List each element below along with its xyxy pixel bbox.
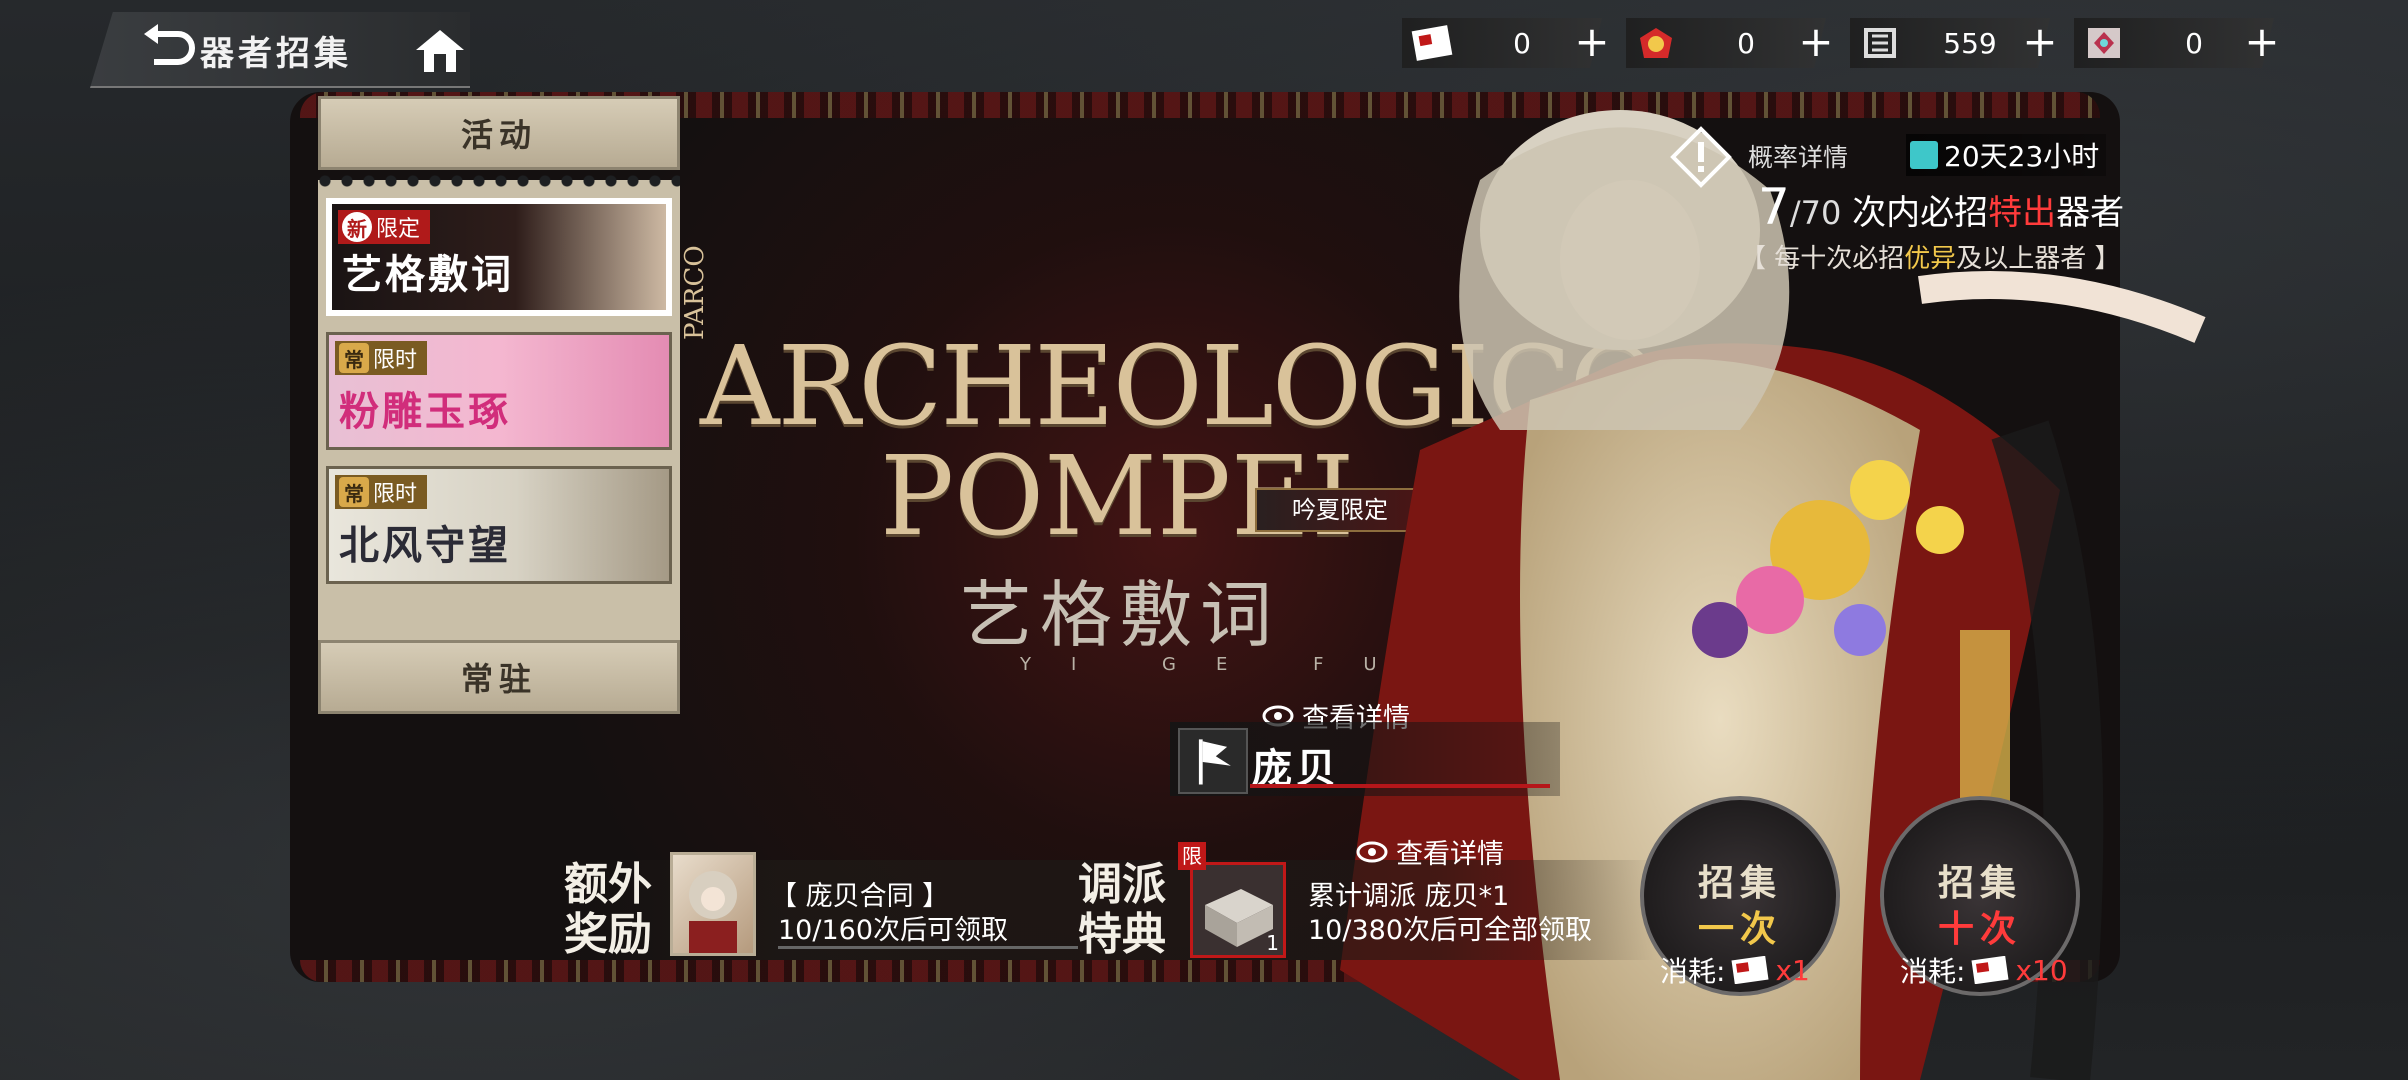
timed-tag: 常 限时	[335, 341, 428, 375]
view-detail-label: 查看详情	[1396, 839, 1504, 870]
name-underline	[1250, 784, 1550, 788]
contract-item-thumb[interactable]	[670, 852, 756, 956]
add-gold-button[interactable]: +	[1796, 18, 1836, 68]
progress-text: /160次后可领取	[812, 915, 1008, 946]
banner-item-name: 北风守望	[339, 522, 511, 569]
warning-diamond-icon[interactable]	[1670, 126, 1732, 188]
banner-item-name: 艺格敷词	[342, 251, 514, 298]
view-dispatch-details-link[interactable]: 查看详情	[1356, 832, 1504, 871]
banner-item-beifengshouwang[interactable]: 常 限时 北风守望	[326, 466, 672, 584]
logo-chinese-title: 艺格敷词	[960, 573, 1281, 657]
limited-badge: 限	[1178, 842, 1206, 870]
timed-tag: 常 限时	[335, 475, 428, 509]
pity-sub-a: 【 每十次必招	[1740, 244, 1905, 274]
red-envelope-ticket-icon	[1971, 956, 2009, 984]
permanent-section-header[interactable]: 常驻	[318, 640, 680, 714]
pity-sub-c: 及以上器者 】	[1956, 244, 2121, 274]
rate-details-link[interactable]: 概率详情	[1748, 138, 1848, 174]
dispatch-reward-title: 调派特典	[1078, 859, 1166, 960]
event-timer: 20天23小时	[1906, 134, 2106, 176]
new-badge: 新	[342, 212, 372, 242]
archive-token-icon	[1864, 28, 1896, 58]
banner-sidebar: 活动 新 限定 艺格敷词 常 限时 粉雕玉琢 常 限时 北风守望 常驻	[318, 96, 680, 726]
progress-current: 10	[778, 915, 813, 946]
pity-total: /70	[1789, 194, 1842, 232]
timer-text: 20天23小时	[1944, 140, 2100, 173]
item-count: 1	[1266, 931, 1279, 955]
summon-once-line2: 一次	[1697, 908, 1782, 950]
pity-text-end: 器者	[2056, 193, 2125, 233]
currency-value: 0	[2185, 27, 2203, 60]
extra-reward-title: 额外奖励	[564, 859, 652, 960]
gold-token-icon	[1640, 28, 1672, 58]
banner-item-fendiaoyuzhuo[interactable]: 常 限时 粉雕玉琢	[326, 332, 672, 450]
tag-label: 限时	[373, 482, 418, 507]
summon-ten-cost: 消耗: x10	[1900, 950, 2068, 990]
page-title: 器者招集	[200, 34, 352, 74]
regular-badge: 常	[339, 343, 369, 373]
limited-tag: 新 限定	[338, 210, 431, 244]
ticket-perforation	[318, 174, 680, 188]
home-icon[interactable]	[412, 26, 468, 76]
currency-value: 559	[1943, 27, 1997, 60]
pity-current: 7	[1758, 178, 1790, 236]
summon-ten-line1: 招集	[1937, 862, 2022, 904]
eye-icon	[1356, 841, 1388, 862]
summon-ten-line2: 十次	[1937, 908, 2022, 950]
banner-item-name: 粉雕玉琢	[339, 388, 511, 435]
red-envelope-ticket-icon	[1731, 956, 1769, 984]
pity-subtext: 【 每十次必招优异及以上器者 】	[1740, 238, 2121, 275]
banner-item-yigefuci[interactable]: 新 限定 艺格敷词	[326, 198, 672, 316]
tag-label: 限时	[373, 348, 418, 373]
progress-text: /380次后可全部领取	[1342, 915, 1592, 946]
dispatch-item-thumb[interactable]: 1	[1190, 862, 1286, 958]
summon-once-line1: 招集	[1697, 862, 1782, 904]
timer-icon	[1910, 141, 1938, 169]
event-section-header[interactable]: 活动	[318, 96, 680, 170]
summon-once-cost: 消耗: x1	[1660, 950, 1810, 990]
currency-value: 0	[1737, 27, 1755, 60]
cost-value: x1	[1775, 953, 1810, 987]
regular-badge: 常	[339, 477, 369, 507]
character-portrait-icon	[689, 871, 737, 953]
tag-label: 限定	[376, 217, 421, 242]
add-ticket-button[interactable]: +	[1572, 18, 1612, 68]
pity-counter: 7/70 次内必招特出器者	[1758, 178, 2124, 236]
extra-reward-progress: 10/160次后可领取	[778, 908, 1008, 947]
back-arrow-icon[interactable]	[140, 24, 196, 72]
cost-value: x10	[2015, 953, 2068, 987]
extra-reward-progress-bar	[778, 946, 1078, 949]
cost-label: 消耗:	[1660, 955, 1726, 988]
pity-sub-highlight: 优异	[1904, 244, 1957, 274]
red-envelope-ticket-icon	[1411, 25, 1453, 61]
flag-icon	[1178, 728, 1248, 794]
dispatch-reward-progress: 10/380次后可全部领取	[1308, 908, 1592, 947]
pity-text: 次内必招	[1852, 193, 1989, 233]
pity-highlight: 特出	[1988, 193, 2057, 233]
cost-label: 消耗:	[1900, 955, 1966, 988]
progress-current: 10	[1308, 915, 1343, 946]
add-crystal-button[interactable]: +	[2242, 18, 2282, 68]
currency-value: 0	[1513, 27, 1531, 60]
add-archive-button[interactable]: +	[2020, 18, 2060, 68]
crystal-gem-icon	[2088, 28, 2120, 58]
event-banner-list: 新 限定 艺格敷词 常 限时 粉雕玉琢 常 限时 北风守望	[318, 174, 680, 712]
